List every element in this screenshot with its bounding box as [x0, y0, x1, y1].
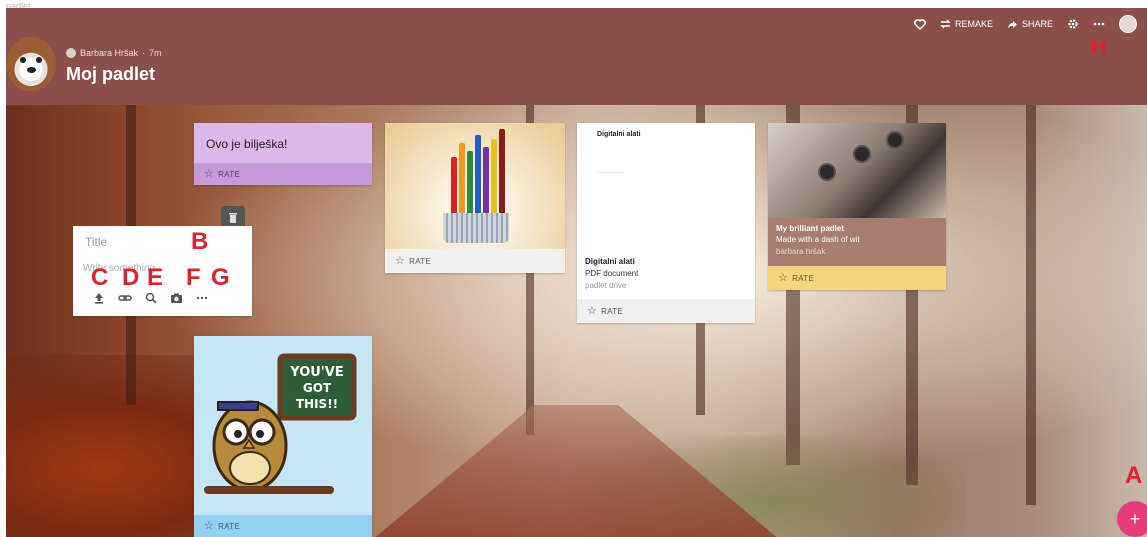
- pencils-image-card[interactable]: ☆ RATE: [385, 123, 565, 273]
- brilliant-author: barbara hršak: [776, 247, 826, 256]
- owl-rate-bar[interactable]: ☆ RATE: [194, 515, 372, 537]
- user-avatar[interactable]: [1119, 15, 1137, 33]
- sign-line-2: GOT: [303, 381, 332, 395]
- pencils-rate-bar[interactable]: ☆ RATE: [385, 249, 565, 273]
- rate-label: RATE: [792, 273, 815, 283]
- remake-label: REMAKE: [954, 19, 993, 29]
- wheel: [818, 163, 836, 181]
- annotation-c: C: [91, 264, 109, 291]
- trash-icon: [229, 213, 237, 223]
- board-avatar[interactable]: [6, 37, 56, 91]
- board-title: Moj padlet: [66, 64, 155, 84]
- more-attachments-button[interactable]: [196, 292, 208, 304]
- app-label: padlet: [0, 0, 1147, 11]
- rate-label: RATE: [218, 169, 241, 179]
- camera-button[interactable]: [170, 292, 183, 304]
- link-icon: [118, 295, 132, 301]
- star-icon: ☆: [778, 271, 789, 284]
- heart-icon: [914, 18, 926, 30]
- skateboard-image: [768, 123, 946, 218]
- star-icon: ☆: [204, 167, 215, 180]
- pencils-image: [385, 123, 565, 249]
- search-icon: [145, 292, 157, 304]
- brilliant-padlet-card[interactable]: My brilliant padlet Made with a dash of …: [768, 123, 946, 290]
- camera-icon: [171, 293, 182, 303]
- star-icon: ☆: [395, 254, 406, 267]
- avatar-eye-left: [20, 57, 26, 63]
- share-label: SHARE: [1021, 19, 1053, 29]
- avatar-nose: [27, 67, 36, 73]
- rate-label: RATE: [409, 256, 432, 266]
- add-post-button[interactable]: +: [1117, 501, 1147, 537]
- owl-illustration: YOU'VE GOT THIS!!: [204, 353, 357, 494]
- brilliant-title: My brilliant padlet: [776, 224, 845, 233]
- link-button[interactable]: [118, 292, 132, 304]
- sign-line-3: THIS!!: [296, 397, 338, 411]
- remake-icon: [940, 19, 951, 29]
- avatar-eye-right: [36, 57, 42, 63]
- annotation-e: E: [147, 264, 164, 291]
- note-text: Ovo je bilješka!: [206, 137, 288, 151]
- search-image-button[interactable]: [145, 292, 157, 304]
- post-title-input[interactable]: [83, 234, 187, 250]
- settings-button[interactable]: [1067, 18, 1079, 30]
- doc-type: PDF document: [585, 269, 639, 278]
- owl-image-card[interactable]: YOU'VE GOT THIS!! ☆ RATE: [194, 336, 372, 537]
- more-options-button[interactable]: [1093, 22, 1105, 26]
- sign-line-1: YOU'VE: [289, 365, 343, 380]
- annotation-g: G: [211, 264, 230, 291]
- doc-source: padlet drive: [585, 281, 627, 290]
- like-button[interactable]: [914, 18, 926, 30]
- author-avatar: [66, 48, 76, 58]
- more-icon: [196, 296, 208, 300]
- rate-label: RATE: [218, 521, 241, 531]
- note-card[interactable]: Ovo je bilješka! ☆ RATE: [194, 123, 372, 185]
- doc-name: Digitalni alati: [585, 257, 635, 266]
- post-time: 7m: [149, 48, 162, 58]
- annotation-f: F: [186, 264, 201, 291]
- share-button[interactable]: SHARE: [1007, 19, 1053, 29]
- composer-tools: [93, 292, 208, 304]
- upload-button[interactable]: [93, 292, 105, 304]
- document-card[interactable]: Digitalni alati ————————— Digitalni alat…: [577, 123, 755, 323]
- annotation-h: H: [1091, 34, 1107, 59]
- annotation-a: A: [1125, 462, 1143, 489]
- upload-icon: [95, 293, 103, 304]
- author-line: Barbara Hršak · 7m: [66, 48, 162, 58]
- brilliant-subtitle: Made with a dash of wit: [776, 235, 860, 244]
- header-toolbar: REMAKE SHARE: [914, 15, 1137, 33]
- star-icon: ☆: [204, 519, 215, 532]
- star-icon: ☆: [587, 304, 598, 317]
- more-icon: [1093, 22, 1105, 26]
- doc-rate-bar[interactable]: ☆ RATE: [577, 299, 755, 323]
- annotation-b: B: [191, 228, 209, 255]
- wallpaper-tree: [1026, 105, 1036, 505]
- wheel: [853, 145, 871, 163]
- rate-label: RATE: [601, 306, 624, 316]
- doc-preview-title: Digitalni alati: [597, 131, 641, 138]
- brilliant-rate-bar[interactable]: ☆ RATE: [768, 266, 946, 290]
- doc-preview-line: —————————: [597, 170, 624, 174]
- share-icon: [1007, 20, 1017, 28]
- annotation-d: D: [122, 264, 140, 291]
- remake-button[interactable]: REMAKE: [940, 19, 993, 29]
- separator-dot: ·: [142, 48, 146, 58]
- gear-icon: [1068, 19, 1078, 29]
- wheel: [886, 131, 904, 149]
- note-rate-bar[interactable]: ☆ RATE: [194, 163, 372, 185]
- author-name: Barbara Hršak: [80, 48, 139, 58]
- pencil-cup: [443, 213, 509, 243]
